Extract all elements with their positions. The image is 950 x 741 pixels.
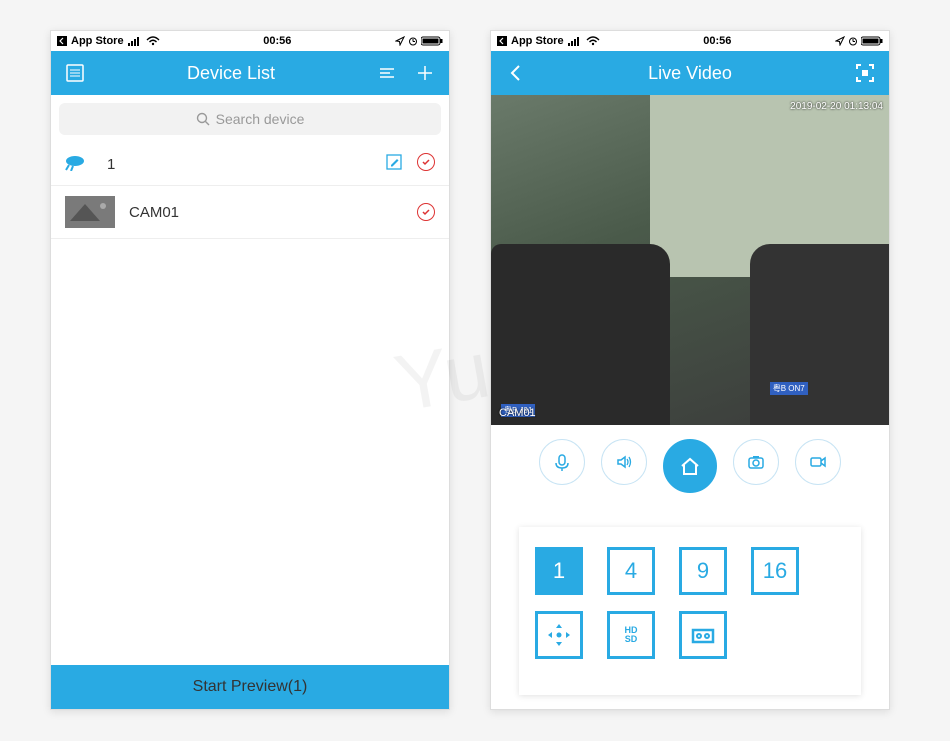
select-checkbox[interactable] (417, 203, 435, 221)
video-tape-icon (688, 620, 718, 650)
start-preview-button[interactable]: Start Preview(1) (51, 665, 449, 709)
back-chevron-icon (497, 36, 507, 46)
ptz-button[interactable] (535, 611, 583, 659)
phone-live-video: App Store 00:56 Live Video 粤B J91 粤B ON7… (490, 30, 890, 710)
snapshot-button[interactable] (733, 439, 779, 485)
search-input[interactable]: Search device (59, 103, 441, 135)
location-icon (835, 36, 845, 46)
search-placeholder: Search device (216, 111, 305, 127)
ptz-icon (544, 620, 574, 650)
battery-icon (421, 36, 443, 46)
app-header: Live Video (491, 51, 889, 95)
appstore-label[interactable]: App Store (511, 35, 564, 47)
phone-device-list: App Store 00:56 Device List Search devic… (50, 30, 450, 710)
mic-button[interactable] (539, 439, 585, 485)
back-chevron-icon (57, 36, 67, 46)
device-name: 1 (107, 156, 371, 173)
record-grid-button[interactable] (679, 611, 727, 659)
page-title: Live Video (527, 63, 853, 84)
back-button[interactable] (503, 61, 527, 85)
home-button[interactable] (663, 439, 717, 493)
speaker-icon (614, 452, 634, 472)
grid-16-button[interactable]: 16 (751, 547, 799, 595)
device-row[interactable]: 1 (51, 143, 449, 186)
check-icon (421, 157, 431, 167)
video-timestamp: 2019-02-20 01:13:04 (790, 101, 883, 112)
fullscreen-icon (854, 62, 876, 84)
license-plate: 粤B ON7 (770, 382, 808, 395)
menu-button[interactable] (63, 61, 87, 85)
sd-label: SD (625, 635, 638, 644)
wifi-icon (586, 36, 600, 46)
chevron-left-icon (508, 63, 522, 83)
camera-group-icon (65, 153, 93, 175)
location-icon (395, 36, 405, 46)
alarm-icon (408, 36, 418, 46)
quality-button[interactable]: HD SD (607, 611, 655, 659)
status-bar: App Store 00:56 (51, 31, 449, 51)
status-time: 00:56 (263, 35, 291, 47)
camera-thumbnail (65, 196, 115, 228)
appstore-label[interactable]: App Store (71, 35, 124, 47)
grid-1-button[interactable]: 1 (535, 547, 583, 595)
grid-panel: 1 4 9 16 HD SD (519, 527, 861, 695)
signal-icon (128, 36, 142, 46)
wifi-icon (146, 36, 160, 46)
device-row[interactable]: CAM01 (51, 186, 449, 239)
fullscreen-button[interactable] (853, 61, 877, 85)
video-feed[interactable]: 粤B J91 粤B ON7 2019-02-20 01:13:04 CAM01 (491, 95, 889, 425)
page-title: Device List (87, 63, 375, 84)
signal-icon (568, 36, 582, 46)
mic-icon (552, 452, 572, 472)
plus-icon (415, 63, 435, 83)
camera-icon (746, 452, 766, 472)
video-camera-label: CAM01 (499, 407, 536, 419)
record-button[interactable] (795, 439, 841, 485)
control-row (491, 425, 889, 507)
grid-9-button[interactable]: 9 (679, 547, 727, 595)
grid-4-button[interactable]: 4 (607, 547, 655, 595)
filter-button[interactable] (375, 61, 399, 85)
check-icon (421, 207, 431, 217)
app-header: Device List (51, 51, 449, 95)
battery-icon (861, 36, 883, 46)
select-checkbox[interactable] (417, 153, 435, 171)
video-icon (808, 452, 828, 472)
alarm-icon (848, 36, 858, 46)
menu-icon (65, 63, 85, 83)
add-button[interactable] (413, 61, 437, 85)
edit-button[interactable] (385, 153, 403, 175)
edit-icon (385, 153, 403, 171)
filter-icon (377, 63, 397, 83)
home-icon (678, 454, 702, 478)
status-bar: App Store 00:56 (491, 31, 889, 51)
search-icon (196, 112, 210, 126)
status-time: 00:56 (703, 35, 731, 47)
speaker-button[interactable] (601, 439, 647, 485)
device-name: CAM01 (129, 204, 403, 221)
